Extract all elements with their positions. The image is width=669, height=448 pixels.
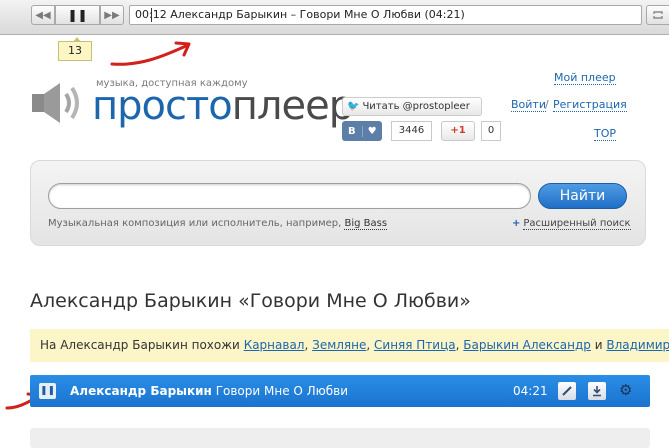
pause-button[interactable]: ❚❚ (55, 5, 100, 25)
plus-icon: + (512, 218, 521, 229)
track-row-playing[interactable]: ❚❚ Александр Барыкин Говори Мне О Любви … (30, 375, 650, 407)
download-icon (593, 386, 601, 397)
previous-track-button[interactable]: ◀◀ (31, 5, 55, 25)
twitter-follow-label: Читать @prostopleer (362, 101, 470, 112)
similar-artist-link[interactable]: Барыкин Александр (463, 338, 591, 352)
top-link[interactable]: TOP (594, 127, 617, 141)
pause-icon: ❚❚ (67, 8, 88, 22)
track-title: Говори Мне О Любви (215, 384, 349, 398)
search-panel: Найти Музыкальная композиция или исполни… (30, 160, 646, 246)
progress-seek-bar[interactable]: 00:12 Александр Барыкин – Говори Мне О Л… (129, 5, 642, 25)
brand-part-2: плеер (231, 83, 354, 129)
brand-part-1: просто (92, 83, 233, 129)
search-example-link[interactable]: Big Bass (344, 218, 388, 230)
register-link[interactable]: Регистрация (553, 98, 627, 112)
track-row[interactable] (30, 428, 650, 448)
next-track-button[interactable]: ▶▶ (100, 5, 124, 25)
similar-artist-link[interactable]: Карнавал (244, 338, 305, 352)
track-edit-button[interactable] (558, 382, 576, 400)
vk-logo-icon: В (342, 125, 363, 137)
similar-artist-link[interactable]: Владимир Кузьмин (606, 338, 669, 352)
login-link[interactable]: Войти (511, 98, 546, 112)
player-bar: ◀◀ ❚❚ ▶▶ 00:12 Александр Барыкин – Говор… (0, 0, 669, 35)
heart-icon: ♥ (367, 125, 377, 137)
google-plus-button[interactable]: +1 (441, 121, 475, 141)
gear-icon[interactable]: ⚙ (619, 381, 632, 399)
my-player-link[interactable]: Мой плеер (554, 71, 616, 85)
speaker-logo-icon (32, 83, 79, 123)
vk-like-count: 3446 (391, 121, 432, 141)
pause-icon: ❚❚ (39, 386, 56, 396)
text-cursor (151, 8, 152, 22)
search-input[interactable] (48, 183, 531, 209)
fast-forward-icon: ▶▶ (104, 9, 120, 21)
track-download-button[interactable] (588, 382, 606, 400)
similar-and-word: и (594, 338, 603, 352)
google-plus-count: 0 (481, 121, 501, 141)
similar-artists-bar: На Александр Барыкин похожи Карнавал, Зе… (30, 329, 669, 362)
search-hint: Музыкальная композиция или исполнитель, … (48, 218, 388, 230)
now-playing-text: 00:12 Александр Барыкин – Говори Мне О Л… (135, 8, 465, 21)
advanced-search-link[interactable]: + Расширенный поиск (512, 218, 631, 230)
repeat-button[interactable] (646, 5, 669, 25)
repeat-icon (653, 11, 663, 19)
advanced-search-label: Расширенный поиск (523, 218, 631, 230)
similar-artist-link[interactable]: Земляне (312, 338, 366, 352)
similar-artist-link[interactable]: Синяя Птица (374, 338, 456, 352)
track-duration: 04:21 (513, 384, 548, 398)
pencil-icon (562, 386, 572, 396)
search-hint-text: Музыкальная композиция или исполнитель, … (48, 218, 342, 229)
rewind-icon: ◀◀ (35, 9, 51, 21)
track-pause-button[interactable]: ❚❚ (39, 383, 56, 399)
nav-separator: / (545, 98, 549, 111)
search-button[interactable]: Найти (538, 183, 627, 209)
track-artist: Александр Барыкин (70, 384, 212, 398)
annotation-arrow-top (110, 41, 191, 66)
time-tooltip: 13 (58, 37, 92, 61)
page-title: Александр Барыкин «Говори Мне О Любви» (30, 290, 471, 312)
track-name: Александр Барыкин Говори Мне О Любви (70, 384, 348, 398)
similar-artists-prefix: На Александр Барыкин похожи (40, 338, 240, 352)
twitter-bird-icon: 🐦 (347, 101, 360, 112)
twitter-follow-button[interactable]: 🐦 Читать @prostopleer (342, 97, 482, 116)
vk-like-button[interactable]: В ♥ (342, 121, 382, 141)
site-logo[interactable]: простоплеер (92, 83, 354, 129)
